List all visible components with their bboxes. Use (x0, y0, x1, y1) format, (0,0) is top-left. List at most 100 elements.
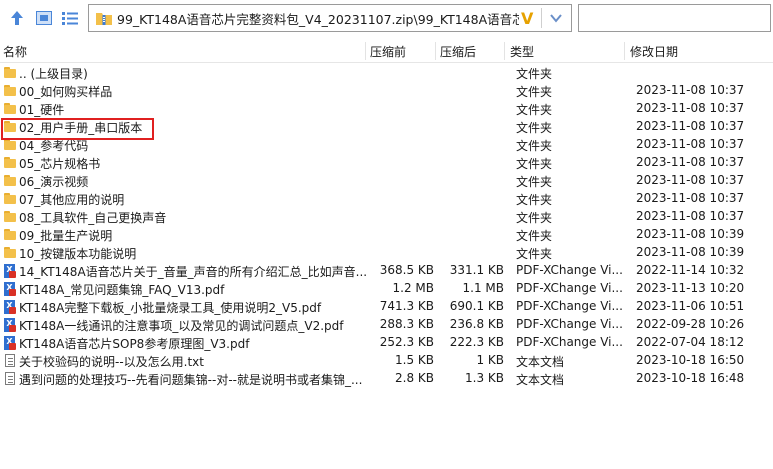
column-header-compressed[interactable]: 压缩前 (370, 43, 406, 60)
file-list: .. (上级目录) 文件夹 00_如何购买样品 文件夹 2023-11-08 10:37… (0, 64, 773, 388)
address-bar[interactable]: 99_KT148A语音芯片完整资料包_V4_20231107.zip\99_KT… (88, 4, 572, 32)
file-name: 07_其他应用的说明 (19, 193, 125, 207)
file-name: 06_演示视频 (19, 175, 89, 189)
text-file-icon (3, 354, 17, 368)
file-type: PDF-XChange Vi... (516, 281, 623, 295)
file-row[interactable]: 06_演示视频 文件夹 2023-11-08 10:37 (0, 172, 773, 190)
file-modified-date: 2022-07-04 18:12 (636, 335, 745, 349)
file-row[interactable]: 07_其他应用的说明 文件夹 2023-11-08 10:37 (0, 190, 773, 208)
file-row[interactable]: .. (上级目录) 文件夹 (0, 64, 773, 82)
file-size-original: 236.8 KB (449, 317, 504, 331)
file-type: 文件夹 (516, 139, 553, 153)
folder-icon (3, 66, 17, 80)
file-modified-date: 2023-11-08 10:37 (636, 191, 745, 205)
file-type: 文件夹 (516, 211, 553, 225)
file-name: 09_批量生产说明 (19, 229, 113, 243)
file-modified-date: 2023-11-08 10:39 (636, 245, 745, 259)
file-row[interactable]: X KT148A一线通讯的注意事项_以及常见的调试问题点_V2.pdf 288.3 … (0, 316, 773, 334)
folder-icon (3, 156, 17, 170)
file-size-compressed: 1.5 KB (395, 353, 434, 367)
column-divider[interactable] (365, 42, 366, 60)
file-name: 遇到问题的处理技巧--先看问题集锦--对--就是说明书或者集锦_... (19, 373, 363, 387)
address-divider (541, 8, 542, 28)
toolbar: 99_KT148A语音芯片完整资料包_V4_20231107.zip\99_KT… (0, 0, 773, 36)
folder-icon (3, 210, 17, 224)
up-arrow-icon[interactable] (8, 9, 26, 27)
file-name: 01_硬件 (19, 103, 65, 117)
file-type: PDF-XChange Vi... (516, 299, 623, 313)
column-divider[interactable] (624, 42, 625, 60)
column-header-modified[interactable]: 修改日期 (630, 43, 678, 60)
file-name: 10_按键版本功能说明 (19, 247, 137, 261)
column-divider[interactable] (435, 42, 436, 60)
file-size-compressed: 252.3 KB (379, 335, 434, 349)
file-type: PDF-XChange Vi... (516, 317, 623, 331)
file-size-original: 222.3 KB (449, 335, 504, 349)
file-row[interactable]: 08_工具软件_自己更换声音 文件夹 2023-11-08 10:37 (0, 208, 773, 226)
file-size-compressed: 741.3 KB (379, 299, 434, 313)
folder-icon (3, 102, 17, 116)
column-header-type[interactable]: 类型 (510, 43, 534, 60)
file-row[interactable]: 01_硬件 文件夹 2023-11-08 10:37 (0, 100, 773, 118)
file-size-compressed: 1.2 MB (392, 281, 434, 295)
file-modified-date: 2023-11-08 10:37 (636, 83, 745, 97)
file-size-compressed: 288.3 KB (379, 317, 434, 331)
file-type: 文件夹 (516, 67, 553, 81)
column-header: 名称 压缩前 压缩后 类型 修改日期 (0, 40, 773, 63)
file-name: .. (上级目录) (19, 67, 88, 81)
file-name: 08_工具软件_自己更换声音 (19, 211, 167, 225)
file-row[interactable]: X KT148A完整下载板_小批量烧录工具_使用说明2_V5.pdf 741.3 K… (0, 298, 773, 316)
file-row[interactable]: 05_芯片规格书 文件夹 2023-11-08 10:37 (0, 154, 773, 172)
folder-icon (3, 228, 17, 242)
file-modified-date: 2023-11-08 10:37 (636, 173, 745, 187)
file-modified-date: 2023-11-13 10:20 (636, 281, 745, 295)
column-divider[interactable] (504, 42, 505, 60)
column-header-name[interactable]: 名称 (3, 43, 27, 60)
pdf-icon: X (3, 318, 17, 332)
file-modified-date: 2022-11-14 10:32 (636, 263, 745, 277)
list-view-icon[interactable] (61, 9, 79, 27)
file-row[interactable]: 09_批量生产说明 文件夹 2023-11-08 10:39 (0, 226, 773, 244)
file-type: 文本文档 (516, 373, 565, 387)
file-name: KT148A语音芯片SOP8参考原理图_V3.pdf (19, 337, 250, 351)
file-type: PDF-XChange Vi... (516, 335, 623, 349)
folder-icon (3, 84, 17, 98)
folder-icon (3, 246, 17, 260)
folder-icon (3, 138, 17, 152)
file-name: KT148A_常见问题集锦_FAQ_V13.pdf (19, 283, 225, 297)
file-size-original: 1.1 MB (462, 281, 504, 295)
file-type: 文件夹 (516, 121, 553, 135)
file-row[interactable]: 关于校验码的说明--以及怎么用.txt 1.5 KB 1 KB 文本文档 2023-10… (0, 352, 773, 370)
chevron-down-icon[interactable] (549, 11, 563, 25)
file-name: 14_KT148A语音芯片关于_音量_声音的所有介绍汇总_比如声音... (19, 265, 368, 279)
file-size-original: 331.1 KB (449, 263, 504, 277)
file-name: 05_芯片规格书 (19, 157, 101, 171)
pdf-icon: X (3, 336, 17, 350)
file-row[interactable]: 10_按键版本功能说明 文件夹 2023-11-08 10:39 (0, 244, 773, 262)
folder-icon (3, 192, 17, 206)
file-row[interactable]: 遇到问题的处理技巧--先看问题集锦--对--就是说明书或者集锦_... 2.8 K… (0, 370, 773, 388)
file-row[interactable]: X KT148A_常见问题集锦_FAQ_V13.pdf 1.2 MB 1.1 MB PD… (0, 280, 773, 298)
file-type: PDF-XChange Vi... (516, 263, 623, 277)
file-modified-date: 2023-11-08 10:37 (636, 209, 745, 223)
file-name: 关于校验码的说明--以及怎么用.txt (19, 355, 204, 369)
file-modified-date: 2023-11-08 10:37 (636, 101, 745, 115)
file-type: 文件夹 (516, 103, 553, 117)
file-row[interactable]: X KT148A语音芯片SOP8参考原理图_V3.pdf 252.3 KB 222.3… (0, 334, 773, 352)
file-row[interactable]: X 14_KT148A语音芯片关于_音量_声音的所有介绍汇总_比如声音... 368… (0, 262, 773, 280)
file-row[interactable]: 00_如何购买样品 文件夹 2023-11-08 10:37 (0, 82, 773, 100)
file-modified-date: 2023-11-06 10:51 (636, 299, 745, 313)
file-type: 文件夹 (516, 175, 553, 189)
text-file-icon (3, 372, 17, 386)
file-size-compressed: 368.5 KB (379, 263, 434, 277)
file-modified-date: 2023-11-08 10:37 (636, 155, 745, 169)
file-type: 文件夹 (516, 229, 553, 243)
toolbar-view-icon[interactable] (35, 9, 53, 27)
archive-folder-icon (95, 10, 113, 26)
file-modified-date: 2022-09-28 10:26 (636, 317, 745, 331)
file-modified-date: 2023-11-08 10:37 (636, 119, 745, 133)
pdf-icon: X (3, 264, 17, 278)
file-type: 文件夹 (516, 193, 553, 207)
column-header-original[interactable]: 压缩后 (440, 43, 476, 60)
search-input[interactable] (578, 4, 771, 32)
